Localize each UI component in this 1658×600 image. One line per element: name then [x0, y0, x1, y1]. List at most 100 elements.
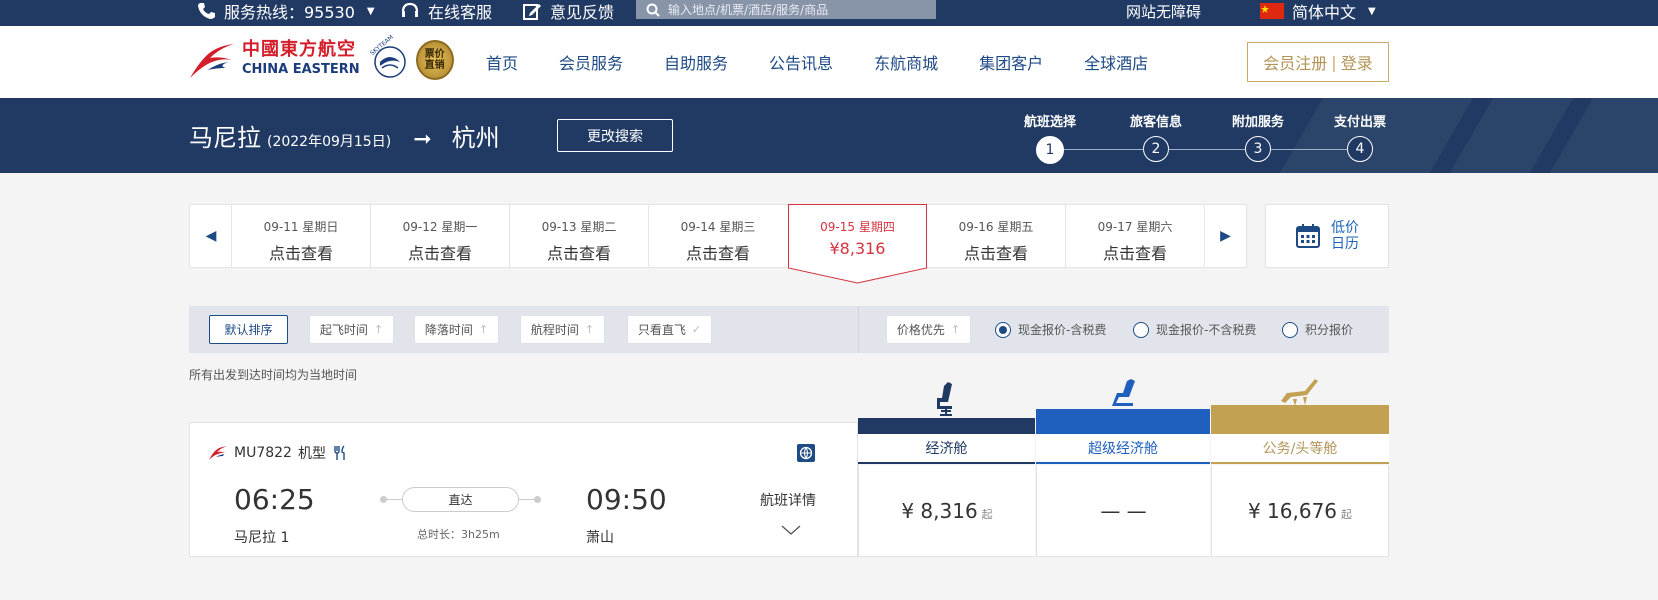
- accessibility-label: 网站无障碍: [1126, 2, 1202, 21]
- direct-only-label: 只看直飞: [637, 323, 686, 337]
- premium-economy-price: — —: [1100, 498, 1147, 523]
- sort-arrival-button[interactable]: 降落时间 ↑: [414, 315, 499, 344]
- sort-duration-button[interactable]: 航程时间 ↑: [520, 315, 605, 344]
- search-icon: [646, 3, 660, 17]
- nav-item-member[interactable]: 会员服务: [559, 50, 623, 74]
- step-circle: 3: [1245, 136, 1271, 162]
- low-price-calendar-button[interactable]: 低价 日历: [1265, 204, 1389, 268]
- radio-cash-excl-tax[interactable]: 现金报价-不含税费: [1133, 321, 1256, 338]
- date-cell[interactable]: 09-17 星期六 点击查看: [1065, 205, 1204, 267]
- sort-default-button[interactable]: 默认排序: [209, 315, 288, 344]
- radio-label: 现金报价-含税费: [1018, 323, 1107, 337]
- main-nav: 首页 会员服务 自助服务 公告讯息 东航商城 集团客户 全球酒店: [486, 26, 1189, 98]
- check-icon: ✓: [691, 323, 702, 336]
- step-circle: 4: [1347, 136, 1373, 162]
- flight-number: MU7822: [234, 445, 292, 461]
- nav-item-hotels[interactable]: 全球酒店: [1084, 50, 1148, 74]
- date-cell[interactable]: 09-16 星期五 点击查看: [926, 205, 1065, 267]
- flight-card: MU7822 机型 06:25 马尼拉 1 直达 总时长：3h25m 09:50…: [189, 422, 858, 557]
- arrow-up-icon: ↑: [950, 323, 961, 336]
- online-service-link[interactable]: 在线客服: [400, 0, 492, 22]
- radio-label: 现金报价-不含税费: [1156, 323, 1257, 337]
- price-first-button[interactable]: 价格优先 ↑: [886, 315, 971, 344]
- modify-search-button[interactable]: 更改搜索: [557, 119, 673, 152]
- login-link[interactable]: 登录: [1341, 50, 1373, 74]
- business-cabin-label: 公务/头等舱: [1211, 434, 1389, 464]
- business-price-cell[interactable]: ¥ 16,676 起: [1211, 465, 1389, 557]
- hotline-text: 服务热线：95530: [224, 3, 355, 22]
- aircraft-type-link[interactable]: 机型: [298, 443, 326, 463]
- step-label: 航班选择: [1023, 115, 1077, 130]
- online-service-label: 在线客服: [428, 3, 493, 22]
- register-link[interactable]: 会员注册: [1263, 50, 1327, 74]
- sort-filter-bar: 默认排序 起飞时间 ↑ 降落时间 ↑ 航程时间 ↑ 只看直飞 ✓ 价格优先 ↑ 现金报价-…: [189, 306, 1389, 353]
- decor-stripe: [1271, 98, 1479, 173]
- total-duration: 总时长：3h25m: [417, 528, 500, 541]
- china-flag-icon: [1260, 3, 1284, 19]
- direct-flight-badge: 直达: [402, 487, 519, 512]
- date-cell[interactable]: 09-12 星期一 点击查看: [370, 205, 509, 267]
- route-summary: 马尼拉 (2022年09月15日) ➞ 杭州: [189, 118, 500, 153]
- business-price: ¥ 16,676: [1247, 498, 1338, 523]
- feedback-link[interactable]: 意见反馈: [522, 0, 614, 22]
- headset-icon: [401, 2, 419, 17]
- date-label: 09-11 星期日: [263, 220, 339, 234]
- economy-cabin-label: 经济舱: [858, 434, 1035, 464]
- china-eastern-logo[interactable]: 中國東方航空 CHINA EASTERN SKYTEAM 票价直销: [188, 34, 454, 80]
- meal-icon: [334, 445, 345, 460]
- date-value: 点击查看: [1102, 244, 1167, 263]
- calendar-label: 日历: [1331, 236, 1359, 252]
- chevron-down-icon[interactable]: [780, 523, 802, 537]
- globe-icon[interactable]: [797, 444, 815, 462]
- economy-price: ¥ 8,316: [901, 498, 978, 523]
- economy-price-cell[interactable]: ¥ 8,316 起: [858, 465, 1035, 557]
- chevron-down-icon: ▼: [366, 5, 375, 17]
- step-label: 旅客信息: [1129, 115, 1183, 130]
- date-cell[interactable]: 09-13 星期二 点击查看: [509, 205, 648, 267]
- date-label: 09-14 星期三: [680, 220, 756, 234]
- logo-english-text: CHINA EASTERN: [242, 62, 360, 77]
- language-selector[interactable]: 简体中文 ▼: [1260, 0, 1376, 22]
- route-bar: 马尼拉 (2022年09月15日) ➞ 杭州 更改搜索: [0, 98, 1658, 173]
- nav-item-announcements[interactable]: 公告讯息: [769, 50, 833, 74]
- date-cell[interactable]: 09-11 星期日 点击查看: [231, 205, 370, 267]
- register-login-button[interactable]: 会员注册 | 登录: [1247, 42, 1389, 82]
- date-label: 09-15 星期四: [820, 220, 895, 234]
- price-from-label: 起: [981, 507, 993, 521]
- accessibility-link[interactable]: 网站无障碍: [1126, 0, 1201, 22]
- step-connector: [1169, 149, 1256, 150]
- nav-item-mall[interactable]: 东航商城: [874, 50, 938, 74]
- radio-unchecked-icon: [1282, 321, 1298, 338]
- date-cell-selected[interactable]: 09-15 星期四 ¥8,316: [788, 204, 927, 284]
- hotline-menu[interactable]: 服务热线：95530 ▼: [196, 0, 375, 22]
- radio-points[interactable]: 积分报价: [1282, 321, 1353, 338]
- divider: |: [1331, 52, 1337, 72]
- edit-icon: [523, 4, 541, 20]
- arrow-up-icon: ↑: [373, 323, 384, 336]
- airline-logo-icon: [209, 446, 227, 460]
- prev-dates-button[interactable]: ◀: [190, 205, 232, 267]
- sort-departure-button[interactable]: 起飞时间 ↑: [309, 315, 394, 344]
- radio-checked-icon: [995, 321, 1011, 338]
- origin-city: 马尼拉: [189, 124, 261, 152]
- date-value: 点击查看: [268, 244, 333, 263]
- date-price: ¥8,316: [829, 239, 886, 258]
- nav-item-home[interactable]: 首页: [486, 50, 518, 74]
- economy-color-bar: [858, 418, 1035, 434]
- date-cell[interactable]: 09-14 星期三 点击查看: [648, 205, 787, 267]
- site-search-input[interactable]: 输入地点/机票/酒店/服务/商品: [636, 0, 936, 19]
- sortbar-divider: [858, 306, 859, 353]
- next-dates-button[interactable]: ▶: [1204, 205, 1246, 267]
- swallow-logo-icon: [190, 44, 234, 78]
- nav-item-group-clients[interactable]: 集团客户: [979, 50, 1043, 74]
- skyteam-logo: SKYTEAM: [368, 34, 408, 80]
- radio-cash-incl-tax[interactable]: 现金报价-含税费: [995, 321, 1106, 338]
- radio-unchecked-icon: [1133, 321, 1149, 338]
- direct-only-toggle[interactable]: 只看直飞 ✓: [627, 315, 712, 344]
- nav-item-self-service[interactable]: 自助服务: [664, 50, 728, 74]
- sort-duration-label: 航程时间: [530, 323, 579, 337]
- arrival-time: 09:50: [586, 483, 667, 516]
- flight-details-link[interactable]: 航班详情: [760, 490, 816, 510]
- date-value: 点击查看: [685, 244, 750, 263]
- date-label: 09-17 星期六: [1097, 220, 1173, 234]
